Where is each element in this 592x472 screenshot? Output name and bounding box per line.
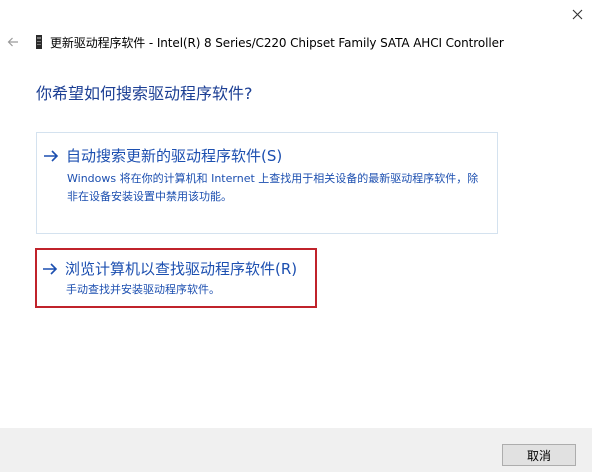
back-button[interactable] bbox=[2, 31, 24, 53]
title-bar: 更新驱动程序软件 - Intel(R) 8 Series/C220 Chipse… bbox=[0, 30, 560, 54]
device-icon bbox=[34, 34, 44, 50]
dialog-footer: 取消 bbox=[0, 428, 592, 472]
close-icon bbox=[572, 9, 582, 19]
arrow-right-icon bbox=[42, 261, 60, 277]
option-auto-search[interactable]: 自动搜索更新的驱动程序软件(S) Windows 将在你的计算机和 Intern… bbox=[36, 132, 498, 234]
back-arrow-icon bbox=[7, 37, 18, 47]
close-button[interactable] bbox=[562, 0, 592, 28]
option-description: Windows 将在你的计算机和 Internet 上查找用于相关设备的最新驱动… bbox=[67, 172, 479, 203]
page-question: 你希望如何搜索驱动程序软件? bbox=[36, 84, 253, 103]
option-title: 浏览计算机以查找驱动程序软件(R) bbox=[65, 260, 298, 278]
option-browse-computer[interactable]: 浏览计算机以查找驱动程序软件(R) 手动查找并安装驱动程序软件。 bbox=[35, 248, 317, 308]
window-title: 更新驱动程序软件 - Intel(R) 8 Series/C220 Chipse… bbox=[50, 35, 504, 50]
option-title: 自动搜索更新的驱动程序软件(S) bbox=[66, 147, 283, 165]
option-description: 手动查找并安装驱动程序软件。 bbox=[66, 283, 220, 296]
arrow-right-icon bbox=[43, 148, 61, 164]
cancel-button[interactable]: 取消 bbox=[502, 444, 576, 466]
dialog-window: 更新驱动程序软件 - Intel(R) 8 Series/C220 Chipse… bbox=[0, 0, 592, 472]
